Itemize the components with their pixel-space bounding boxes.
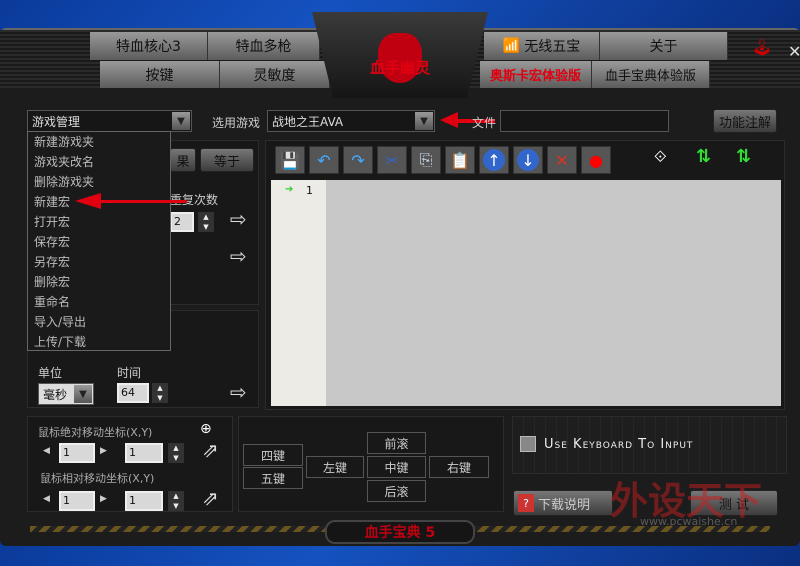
file-label: 文件 xyxy=(472,116,497,130)
time-input[interactable]: 64 xyxy=(117,383,149,403)
unit-value: 毫秒 xyxy=(43,387,68,402)
rel-y-input[interactable]: 1 xyxy=(125,491,163,511)
game-manage-dropdown[interactable]: 游戏管理 ▼ xyxy=(27,110,192,132)
menu-item-rename[interactable]: 重命名 xyxy=(28,292,170,312)
bloody-logo: 血手幽灵 xyxy=(312,12,488,98)
paste-icon[interactable]: 📋 xyxy=(445,146,475,174)
mouse-move-icon[interactable]: ⟐ xyxy=(654,147,667,167)
download-help-button[interactable]: ? 下载说明 xyxy=(513,490,613,516)
tab-sensitivity[interactable]: 灵敏度 xyxy=(220,61,330,88)
unit-label: 单位 xyxy=(38,366,63,380)
redo-icon[interactable]: ↷ xyxy=(343,146,373,174)
move-up-icon[interactable]: ↑ xyxy=(479,146,509,174)
chevron-down-icon: ▼ xyxy=(415,112,433,130)
chevron-down-icon: ▼ xyxy=(74,385,92,403)
download-help-label: 下载说明 xyxy=(538,497,591,513)
copy-icon[interactable]: ⎘ xyxy=(411,146,441,174)
delete-icon[interactable]: ✕ xyxy=(547,146,577,174)
abs-y-stepper[interactable]: ▲ ▼ xyxy=(168,443,184,463)
menu-item-delete-folder[interactable]: 删除游戏夹 xyxy=(28,172,170,192)
joystick-icon[interactable]: 🕹 xyxy=(752,38,772,57)
time-stepper[interactable]: ▲ ▼ xyxy=(152,383,168,403)
macro-editor[interactable] xyxy=(271,180,781,406)
equal-button[interactable]: 等于 xyxy=(200,148,254,172)
insert-arrow-icon[interactable]: ⇗ xyxy=(202,438,219,462)
cut-icon[interactable]: ✂ xyxy=(377,146,407,174)
file-input[interactable] xyxy=(500,110,669,132)
rel-coords-label: 鼠标相对移动坐标(X,Y) xyxy=(40,472,155,485)
select-game-value: 战地之王AVA xyxy=(272,114,344,129)
rel-x-input[interactable]: 1 xyxy=(59,491,95,511)
insert-arrow-icon[interactable]: ⇗ xyxy=(202,486,219,510)
tab-about[interactable]: 关于 xyxy=(600,32,728,60)
abs-x-input[interactable]: 1 xyxy=(59,443,95,463)
keyboard-checkbox[interactable] xyxy=(520,436,536,452)
increment-icon[interactable]: ▶ xyxy=(100,446,107,456)
select-game-dropdown[interactable]: 战地之王AVA ▼ xyxy=(267,110,435,132)
mouse-left-button[interactable]: 左键 xyxy=(306,456,364,478)
repeat-stepper[interactable]: ▲ ▼ xyxy=(198,212,214,232)
line-gutter xyxy=(271,180,326,406)
help-book-icon: ? xyxy=(518,494,534,512)
repeat-input[interactable]: 2 xyxy=(170,212,194,232)
tab-keys[interactable]: 按键 xyxy=(100,61,220,88)
tab-core3[interactable]: 特血核心3 xyxy=(90,32,208,60)
line-number: 1 xyxy=(306,184,313,197)
unit-dropdown[interactable]: 毫秒 ▼ xyxy=(38,383,94,405)
insert-arrow-icon[interactable]: ⇨ xyxy=(230,244,247,268)
decrement-icon[interactable]: ◀ xyxy=(43,446,50,456)
tab-wireless-label: 无线五宝 xyxy=(524,39,581,55)
undo-icon[interactable]: ↶ xyxy=(309,146,339,174)
game-manage-menu: 新建游戏夹 游戏夹改名 删除游戏夹 新建宏 打开宏 保存宏 另存宏 删除宏 重命… xyxy=(27,131,171,351)
menu-item-new-folder[interactable]: 新建游戏夹 xyxy=(28,132,170,152)
annotation-arrowhead xyxy=(75,193,101,209)
chevron-down-icon: ▼ xyxy=(172,112,190,130)
tab-wireless[interactable]: 📶 无线五宝 xyxy=(484,32,600,60)
current-line-arrow-icon: ➔ xyxy=(285,184,294,195)
annotation-arrowhead xyxy=(440,112,458,128)
decrement-icon[interactable]: ◀ xyxy=(43,494,50,504)
tab-bloody-guide[interactable]: 血手宝典体验版 xyxy=(592,61,710,88)
keyboard-input-label: Use Keyboard To Input xyxy=(544,437,694,452)
insert-arrow-icon[interactable]: ⇨ xyxy=(230,207,247,231)
mouse-right-button[interactable]: 右键 xyxy=(429,456,489,478)
help-button[interactable]: 功能注解 xyxy=(713,109,777,133)
game-manage-value: 游戏管理 xyxy=(32,114,81,129)
result-button[interactable]: 果 xyxy=(170,148,196,172)
antenna-icon: 📶 xyxy=(502,38,521,54)
time-label: 时间 xyxy=(117,366,142,380)
increment-icon[interactable]: ▶ xyxy=(100,494,107,504)
select-game-label: 选用游戏 xyxy=(212,116,261,130)
export-icon[interactable]: ⇅ xyxy=(736,146,751,167)
tab-multigun[interactable]: 特血多枪 xyxy=(208,32,320,60)
move-down-icon[interactable]: ↓ xyxy=(513,146,543,174)
logo-text: 血手幽灵 xyxy=(369,58,430,77)
import-icon[interactable]: ⇅ xyxy=(696,146,711,167)
tab-oscar-macro[interactable]: 奥斯卡宏体验版 xyxy=(480,61,592,88)
abs-y-input[interactable]: 1 xyxy=(125,443,163,463)
menu-item-open-macro[interactable]: 打开宏 xyxy=(28,212,170,232)
menu-item-save-as[interactable]: 另存宏 xyxy=(28,252,170,272)
menu-item-upload-download[interactable]: 上传/下载 xyxy=(28,332,170,352)
scroll-down-button[interactable]: 后滚 xyxy=(367,480,426,502)
footer-badge: 血手宝典 5 xyxy=(325,520,475,544)
mouse-button-4[interactable]: 四键 xyxy=(243,444,303,466)
menu-item-rename-folder[interactable]: 游戏夹改名 xyxy=(28,152,170,172)
save-icon[interactable]: 💾 xyxy=(275,146,305,174)
insert-arrow-icon[interactable]: ⇨ xyxy=(230,380,247,404)
menu-item-import-export[interactable]: 导入/导出 xyxy=(28,312,170,332)
menu-item-save-macro[interactable]: 保存宏 xyxy=(28,232,170,252)
editor-toolbar: 💾 ↶ ↷ ✂ ⎘ 📋 ↑ ↓ ✕ ● xyxy=(275,146,611,174)
mouse-middle-button[interactable]: 中键 xyxy=(367,456,426,478)
abs-coords-label: 鼠标绝对移动坐标(X,Y) xyxy=(38,426,153,439)
annotation-arrow xyxy=(95,200,187,203)
menu-item-delete-macro[interactable]: 删除宏 xyxy=(28,272,170,292)
scroll-up-button[interactable]: 前滚 xyxy=(367,432,426,454)
mouse-button-5[interactable]: 五键 xyxy=(243,467,303,489)
crosshair-icon[interactable]: ⊕ xyxy=(200,421,212,437)
record-icon[interactable]: ● xyxy=(581,146,611,174)
rel-y-stepper[interactable]: ▲ ▼ xyxy=(168,491,184,511)
close-button[interactable]: ✕ xyxy=(788,42,800,61)
